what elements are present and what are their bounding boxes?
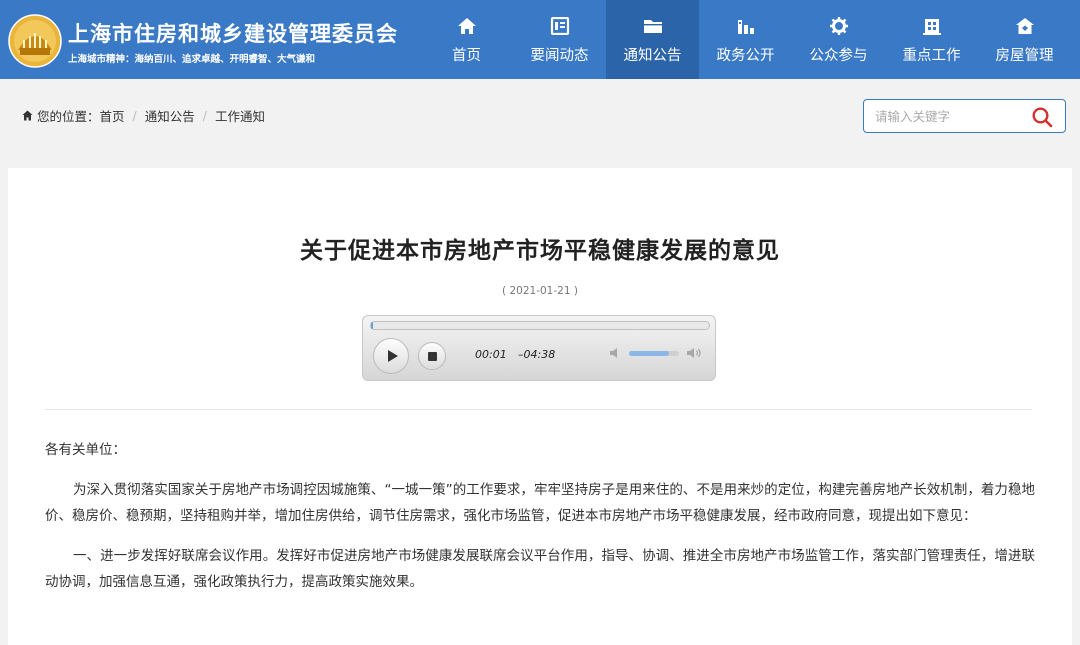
home-icon (22, 110, 33, 121)
current-time: 00:01 (475, 348, 507, 361)
nav-label: 首页 (452, 48, 481, 64)
site-title[interactable]: 上海市住房和城乡建设管理委员会 (68, 18, 398, 48)
article-paragraph: 一、进一步发挥好联席会议作用。发挥好市促进房地产市场健康发展联席会议平台作用，指… (45, 548, 1035, 590)
nav-item-public-participation[interactable]: 公众参与 (792, 0, 885, 79)
search-box (863, 99, 1066, 133)
article-date: ( 2021-01-21 ) (502, 285, 578, 297)
article-body: 各有关单位： 为深入贯彻落实国家关于房地产市场调控因城施策、“一城一策”的工作要… (45, 437, 1035, 609)
article-title: 关于促进本市房地产市场平稳健康发展的意见 (300, 238, 780, 264)
breadcrumb-separator: / (202, 108, 207, 123)
stop-icon (428, 352, 437, 361)
play-icon (388, 350, 398, 362)
site-motto: 上海城市精神：海纳百川、追求卓越、开明睿智、大气谦和 (68, 54, 316, 65)
stop-button[interactable] (418, 342, 446, 370)
audio-player: 00:01 –04:38 (362, 315, 716, 381)
breadcrumb-link-notices[interactable]: 通知公告 (145, 106, 195, 125)
article-card: 关于促进本市房地产市场平稳健康发展的意见 ( 2021-01-21 ) 00:0… (8, 168, 1072, 645)
nav-item-news[interactable]: 要闻动态 (513, 0, 606, 79)
nav-label: 公众参与 (809, 48, 868, 64)
nav-label: 重点工作 (902, 48, 961, 64)
divider (45, 409, 1032, 410)
breadcrumb-separator: / (132, 108, 137, 123)
breadcrumb-link-work-notices[interactable]: 工作通知 (215, 106, 265, 125)
nav-label: 通知公告 (623, 48, 682, 64)
search-icon[interactable] (1030, 105, 1054, 129)
nav-label: 房屋管理 (995, 48, 1054, 64)
site-header: 上海市住房和城乡建设管理委员会 上海城市精神：海纳百川、追求卓越、开明睿智、大气… (0, 0, 1080, 79)
nav-item-notices[interactable]: 通知公告 (606, 0, 699, 79)
building-icon (922, 19, 941, 35)
breadcrumb-prefix: 您的位置： (37, 109, 100, 124)
gear-icon (829, 17, 848, 35)
remaining-time: –04:38 (518, 348, 556, 361)
site-logo-icon[interactable] (8, 14, 62, 68)
main-nav: 首页 要闻动态 通知公告 政务公开 公众参与 重点工作 房屋管理 (420, 0, 1071, 79)
breadcrumb: 您的位置： 首页 / 通知公告 / 工作通知 (22, 106, 265, 125)
volume-mute-icon[interactable] (609, 347, 623, 359)
breadcrumb-link-home[interactable]: 首页 (100, 106, 125, 125)
audio-progress-bar[interactable] (370, 321, 710, 330)
play-button[interactable] (373, 338, 409, 374)
volume-slider[interactable] (629, 351, 679, 356)
nav-item-housing-management[interactable]: 房屋管理 (978, 0, 1071, 79)
volume-slider-fill (629, 351, 669, 356)
volume-max-icon[interactable] (686, 347, 702, 359)
article-paragraph: 为深入贯彻落实国家关于房地产市场调控因城施策、“一城一策”的工作要求，牢牢坚持房… (45, 482, 1035, 524)
chart-icon (737, 20, 754, 34)
nav-item-home[interactable]: 首页 (420, 0, 513, 79)
nav-label: 要闻动态 (530, 48, 589, 64)
nav-item-government-affairs[interactable]: 政务公开 (699, 0, 792, 79)
search-input[interactable] (864, 100, 1024, 132)
house-icon (1015, 18, 1034, 34)
audio-progress-fill (371, 322, 373, 329)
article-salutation: 各有关单位： (45, 442, 126, 458)
nav-item-key-work[interactable]: 重点工作 (885, 0, 978, 79)
nav-label: 政务公开 (716, 48, 775, 64)
folder-icon (643, 20, 662, 33)
home-icon (457, 18, 476, 34)
news-icon (550, 17, 569, 35)
